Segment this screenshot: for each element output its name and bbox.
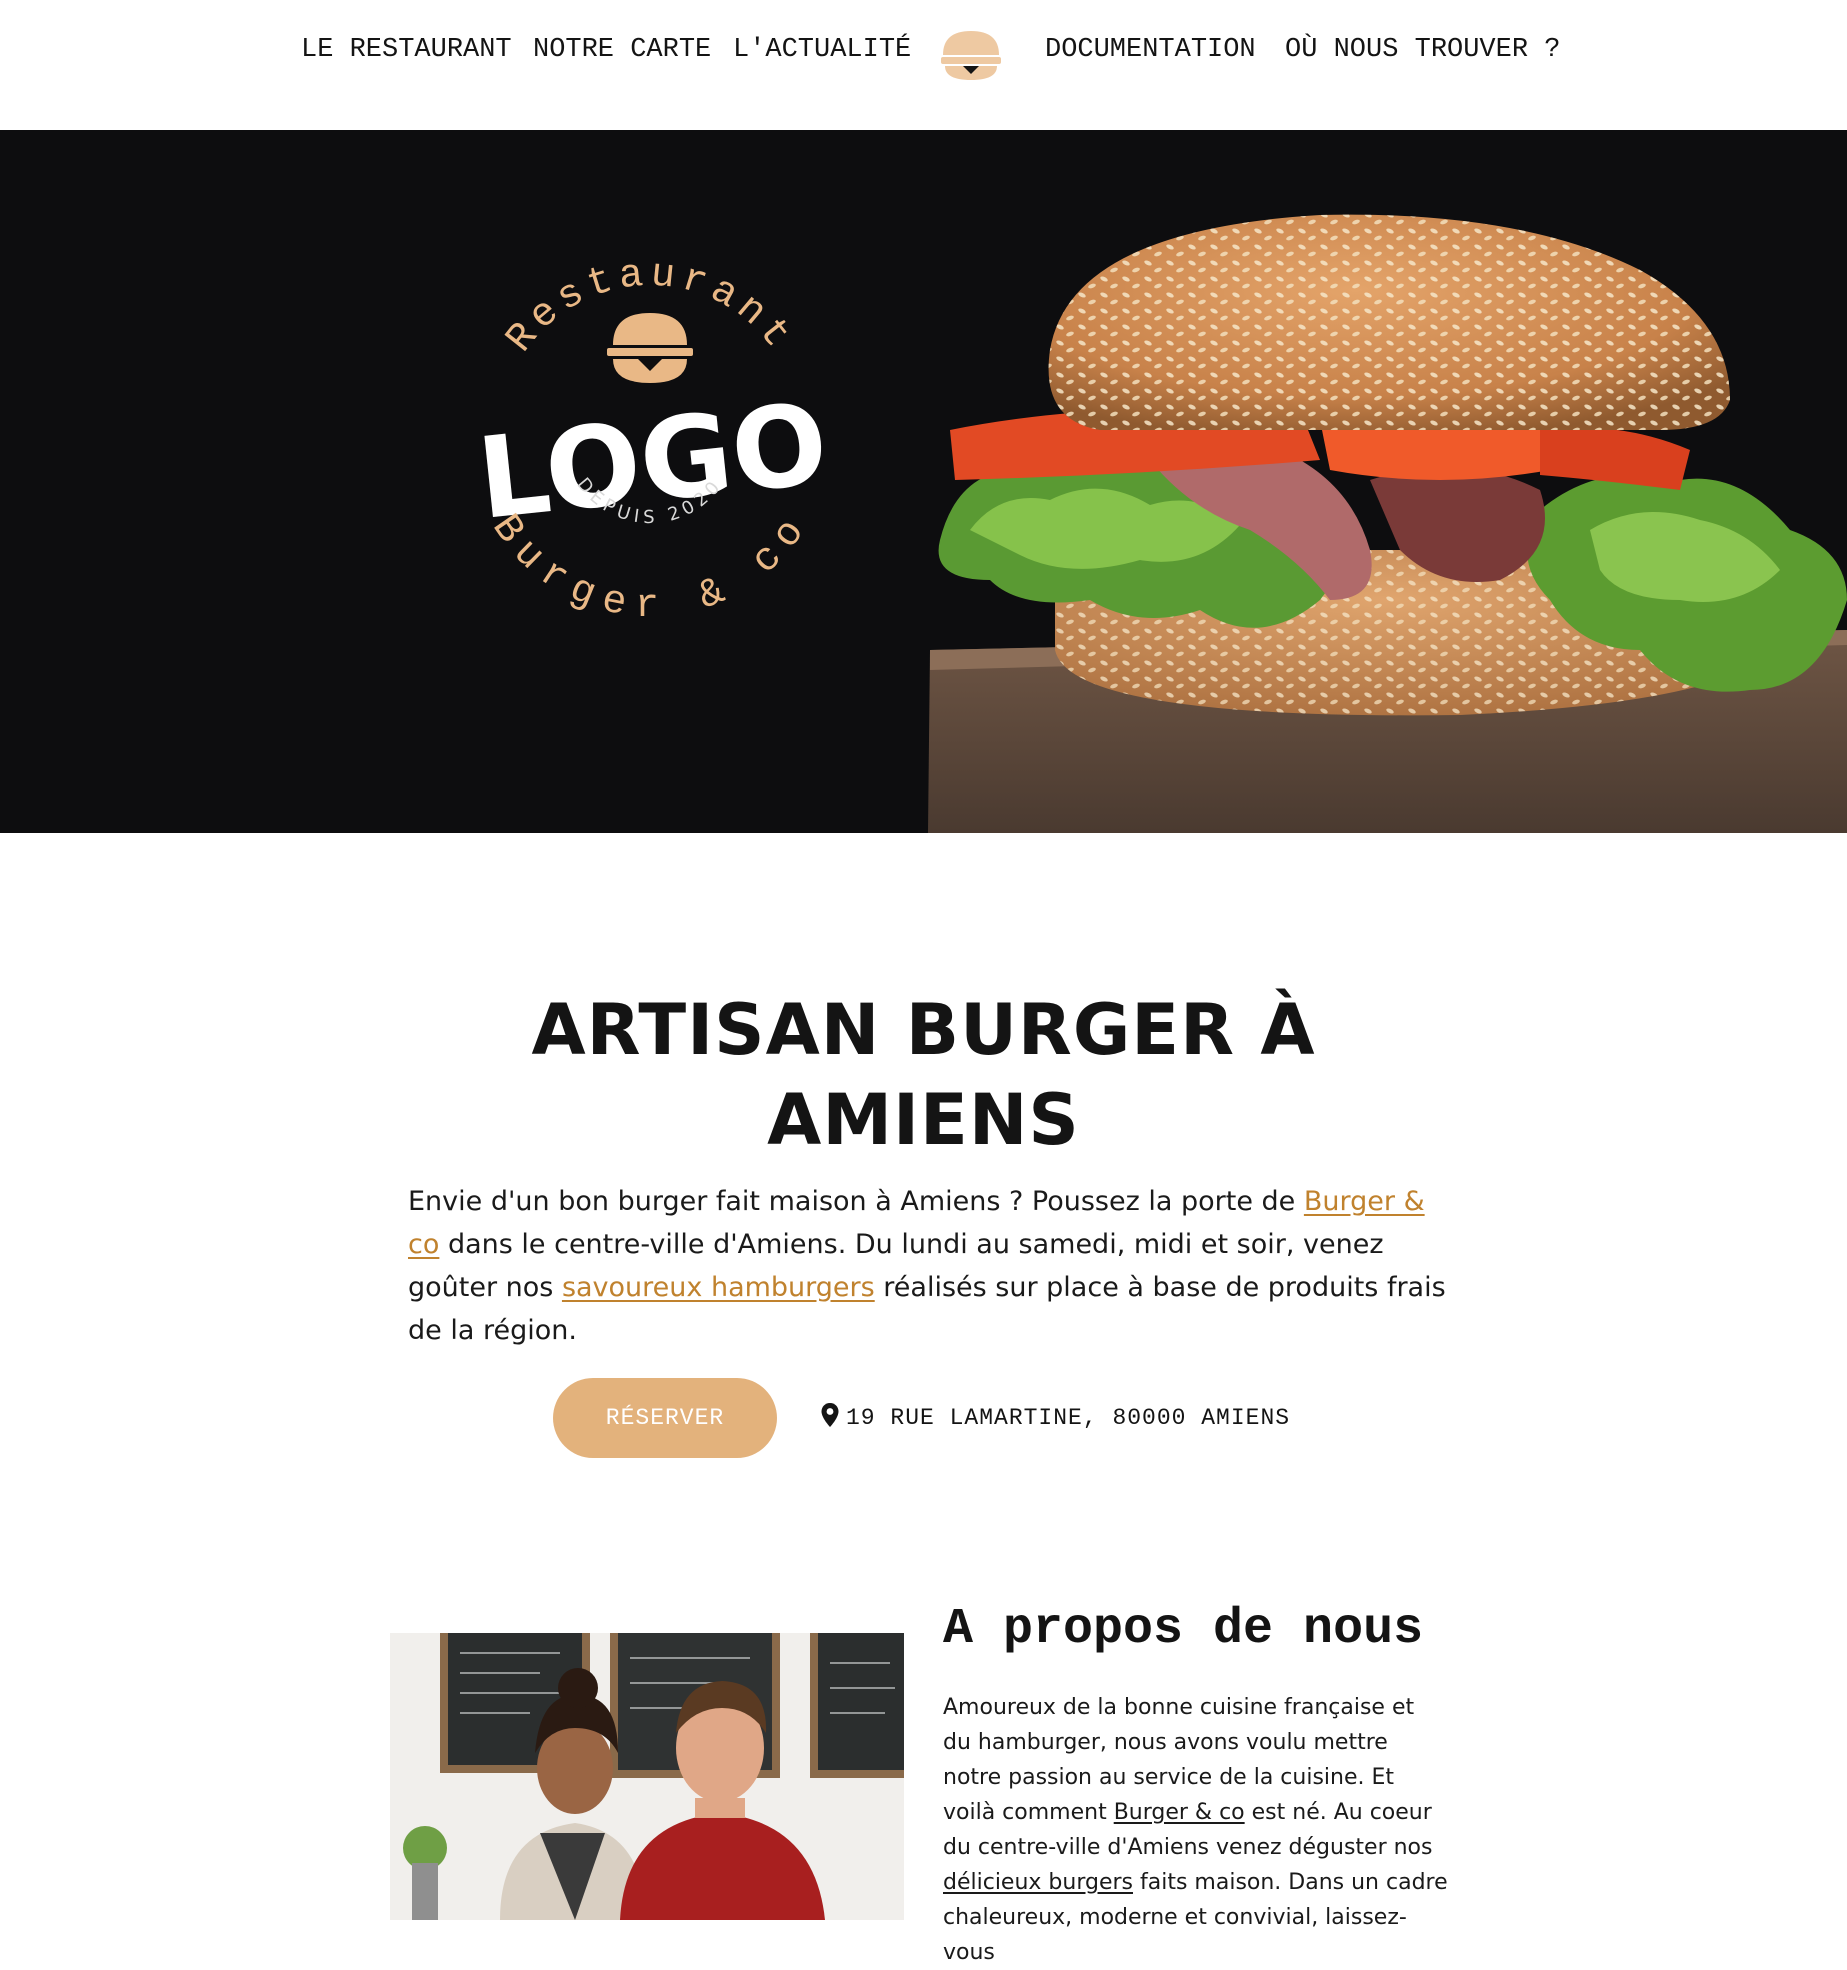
- hamburgers-link[interactable]: savoureux hamburgers: [562, 1272, 875, 1303]
- about-burger-co-link[interactable]: Burger & co: [1114, 1800, 1245, 1825]
- address-link[interactable]: 19 RUE LAMARTINE, 80000 AMIENS: [820, 1398, 1290, 1438]
- restaurant-logo: Restaurant LOGO DEPUIS 2020 Burger & co: [472, 252, 833, 628]
- about-title: A propos de nous: [943, 1601, 1424, 1658]
- map-pin-icon: [821, 1403, 839, 1427]
- nav-item-carte[interactable]: NOTRE CARTE: [533, 30, 711, 70]
- page-title-line2: AMIENS: [767, 1079, 1080, 1161]
- hero-banner: Restaurant LOGO DEPUIS 2020 Burger & co: [0, 130, 1847, 833]
- top-navigation: LE RESTAURANT NOTRE CARTE L'ACTUALITÉ DO…: [0, 0, 1847, 130]
- team-photo: [390, 1633, 904, 1920]
- address-text: 19 RUE LAMARTINE, 80000 AMIENS: [846, 1405, 1291, 1431]
- burger-icon: [941, 31, 1001, 80]
- about-paragraph: Amoureux de la bonne cuisine française e…: [943, 1690, 1448, 1970]
- reserve-button[interactable]: RÉSERVER: [553, 1378, 777, 1458]
- delicious-burgers-link[interactable]: délicieux burgers: [943, 1870, 1133, 1895]
- intro-text-1: Envie d'un bon burger fait maison à Amie…: [408, 1186, 1304, 1217]
- nav-item-trouver[interactable]: OÙ NOUS TROUVER ?: [1285, 30, 1560, 70]
- nav-item-documentation[interactable]: DOCUMENTATION: [1045, 30, 1256, 70]
- svg-text:Restaurant: Restaurant: [498, 252, 802, 361]
- logo-top-arc: Restaurant: [498, 252, 796, 361]
- home-logo-link[interactable]: [936, 25, 1006, 85]
- nav-item-actualite[interactable]: L'ACTUALITÉ: [733, 30, 911, 70]
- logo-burger-icon: [607, 313, 693, 383]
- nav-item-restaurant[interactable]: LE RESTAURANT: [301, 30, 512, 70]
- page-title: ARTISAN BURGER À AMIENS: [400, 985, 1447, 1165]
- page-title-line1: ARTISAN BURGER À: [531, 989, 1316, 1071]
- team-photo-image: [390, 1633, 904, 1920]
- intro-paragraph: Envie d'un bon burger fait maison à Amie…: [408, 1180, 1448, 1352]
- burger-photo: [928, 214, 1847, 833]
